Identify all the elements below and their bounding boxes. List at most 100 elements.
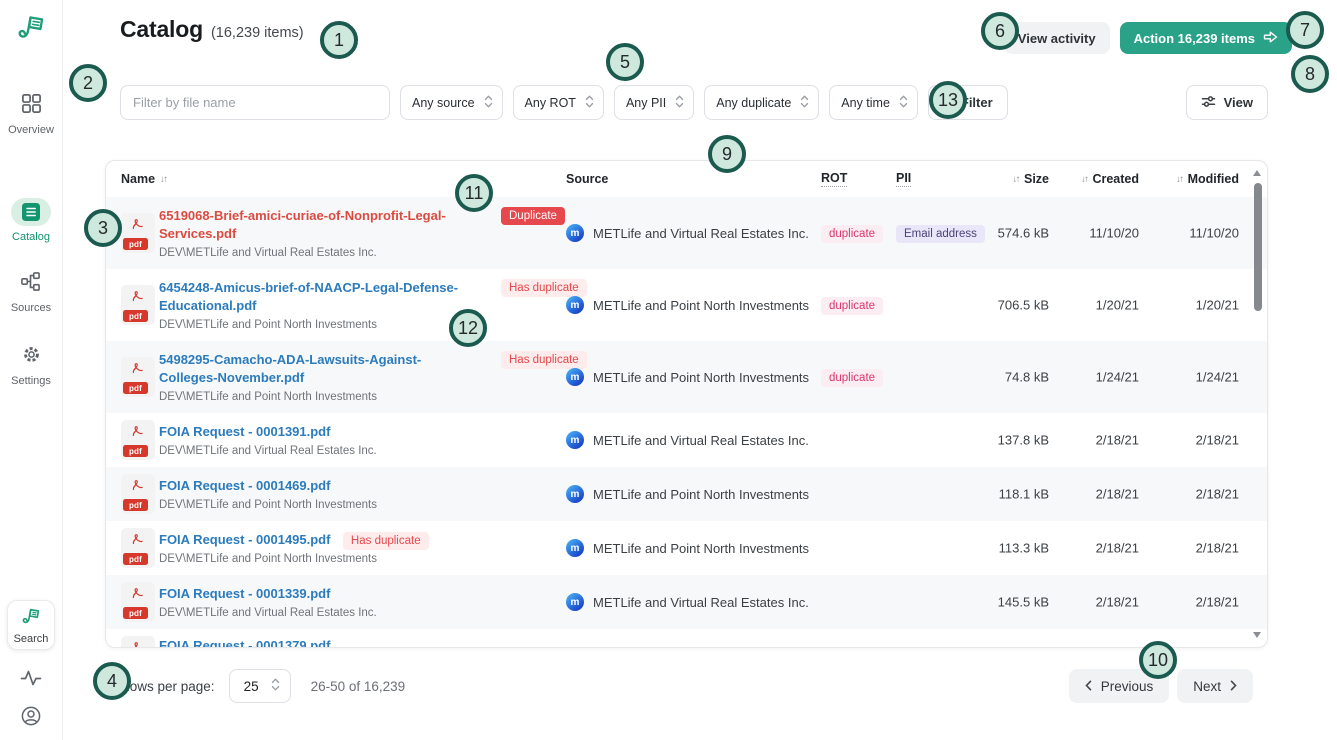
source-name: METLife and Point North Investments [593, 487, 809, 502]
table-row[interactable]: pdf FOIA Request - 0001469.pdf DEV\METLi… [106, 467, 1267, 521]
duplicate-badge: Duplicate [501, 207, 565, 225]
file-size: 137.8 kB [998, 433, 1049, 448]
name-cell: FOIA Request - 0001379.pdf [159, 629, 330, 648]
table-row[interactable]: pdf 5498295-Camacho-ADA-Lawsuits-Against… [106, 341, 1267, 413]
created-date: 2/18/21 [1096, 595, 1139, 610]
annotation-marker-4: 4 [93, 662, 131, 700]
file-name-link[interactable]: FOIA Request - 0001339.pdf [159, 586, 330, 601]
filter-bar: Any source Any ROT Any PII Any duplicate [120, 85, 1268, 120]
created-date: 1/20/21 [1096, 298, 1139, 313]
pdf-file-icon: pdf [121, 285, 155, 325]
file-name-link[interactable]: 6519068-Brief-amici-curiae-of-Nonprofit-… [159, 208, 446, 241]
sliders-icon [1201, 95, 1216, 111]
activity-pulse-icon[interactable] [20, 668, 42, 688]
main-content: Catalog (16,239 items) View activity Act… [62, 0, 1337, 740]
file-path: DEV\METLife and Point North Investments [159, 553, 429, 565]
column-header-created[interactable]: ↓↑ Created [1081, 172, 1139, 186]
rot-badge: duplicate [821, 297, 883, 315]
name-cell: FOIA Request - 0001391.pdf DEV\METLife a… [159, 413, 377, 467]
column-header-pii[interactable]: PII [896, 171, 911, 187]
table-row[interactable]: pdf FOIA Request - 0001495.pdf Has dupli… [106, 521, 1267, 575]
annotation-marker-3: 3 [84, 209, 122, 247]
filter-by-name-input[interactable] [120, 85, 390, 120]
sort-icon: ↓↑ [1176, 174, 1183, 185]
sidebar-item-label: Sources [11, 302, 51, 314]
table-row[interactable]: pdf 6454248-Amicus-brief-of-NAACP-Legal-… [106, 269, 1267, 341]
sidebar-bottom: Search [0, 600, 62, 726]
scroll-up-arrow-icon[interactable] [1253, 170, 1261, 176]
column-header-name[interactable]: Name ↓↑ [121, 172, 167, 186]
column-header-source: Source [566, 172, 608, 186]
next-page-button[interactable]: Next [1177, 669, 1253, 703]
rot-cell: duplicate [821, 224, 883, 242]
app-logo-icon[interactable] [16, 12, 46, 47]
action-items-button[interactable]: Action 16,239 items [1120, 22, 1292, 54]
sidebar-item-settings[interactable]: Settings [11, 344, 51, 387]
created-date: 2/18/21 [1096, 487, 1139, 502]
annotation-marker-11: 11 [455, 174, 493, 212]
filter-dropdown-any-time[interactable]: Any time [829, 85, 918, 120]
rows-per-page-select[interactable]: 25 [229, 669, 291, 703]
annotation-marker-9: 9 [708, 135, 746, 173]
modified-date: 1/24/21 [1196, 370, 1239, 385]
source-icon: m [566, 368, 584, 386]
annotation-marker-1: 1 [320, 21, 358, 59]
catalog-table: Name ↓↑ Source ROT PII ↓↑ Size ↓↑ [105, 160, 1268, 648]
file-name-link[interactable]: FOIA Request - 0001391.pdf [159, 424, 330, 439]
pdf-file-icon: pdf [121, 357, 155, 397]
filter-dropdown-any-duplicate[interactable]: Any duplicate [704, 85, 819, 120]
file-name-link[interactable]: FOIA Request - 0001469.pdf [159, 478, 330, 493]
source-cell: m METLife and Point North Investments [566, 521, 809, 575]
file-path: DEV\METLife and Virtual Real Estates Inc… [159, 247, 446, 259]
table-row[interactable]: pdf FOIA Request - 0001379.pdf [106, 629, 1267, 648]
scroll-down-arrow-icon[interactable] [1253, 632, 1261, 638]
pii-badge: Email address [896, 225, 985, 243]
pdf-file-icon: pdf [121, 420, 155, 460]
app-root: Overview Catalog Sources [0, 0, 1337, 740]
source-name: METLife and Point North Investments [593, 541, 809, 556]
column-header-size[interactable]: ↓↑ Size [1012, 172, 1049, 186]
column-header-modified[interactable]: ↓↑ Modified [1176, 172, 1239, 186]
scrollbar-thumb[interactable] [1254, 183, 1262, 311]
page-head: Catalog (16,239 items) [120, 16, 304, 43]
filter-dropdown-any-rot[interactable]: Any ROT [513, 85, 604, 120]
account-icon[interactable] [21, 706, 41, 726]
file-name-link[interactable]: 5498295-Camacho-ADA-Lawsuits-Against- Co… [159, 352, 421, 385]
sort-icon: ↓↑ [1081, 174, 1088, 185]
sidebar-item-label: Overview [8, 124, 54, 136]
annotation-marker-8: 8 [1291, 55, 1329, 93]
sidebar-item-overview[interactable]: Overview [8, 93, 54, 136]
modified-date: 11/10/20 [1189, 226, 1239, 241]
modified-date: 2/18/21 [1196, 541, 1239, 556]
sidebar-item-label: Settings [11, 375, 51, 387]
source-name: METLife and Virtual Real Estates Inc. [593, 595, 809, 610]
table-body: pdf 6519068-Brief-amici-curiae-of-Nonpro… [106, 197, 1267, 648]
column-header-rot[interactable]: ROT [821, 171, 847, 187]
pdf-file-icon: pdf [121, 528, 155, 568]
annotation-marker-12: 12 [449, 309, 487, 347]
created-date: 2/18/21 [1096, 433, 1139, 448]
table-row[interactable]: pdf 6519068-Brief-amici-curiae-of-Nonpro… [106, 197, 1267, 269]
view-activity-button[interactable]: View activity [1004, 22, 1110, 54]
file-name-link[interactable]: FOIA Request - 0001379.pdf [159, 638, 330, 648]
sort-icon: ↓↑ [1012, 174, 1019, 185]
duplicate-badge: Has duplicate [343, 532, 429, 550]
pdf-file-icon: pdf [121, 213, 155, 253]
created-date: 1/24/21 [1096, 370, 1139, 385]
search-button[interactable]: Search [7, 600, 55, 650]
file-path: DEV\METLife and Point North Investments [159, 391, 421, 403]
filter-dropdown-any-pii[interactable]: Any PII [614, 85, 694, 120]
name-cell: FOIA Request - 0001469.pdf DEV\METLife a… [159, 467, 377, 521]
view-options-button[interactable]: View [1186, 85, 1268, 120]
sidebar-item-sources[interactable]: Sources [11, 271, 51, 314]
file-name-link[interactable]: 6454248-Amicus-brief-of-NAACP-Legal-Defe… [159, 280, 458, 313]
table-row[interactable]: pdf FOIA Request - 0001339.pdf DEV\METLi… [106, 575, 1267, 629]
annotation-marker-2: 2 [69, 64, 107, 102]
table-row[interactable]: pdf FOIA Request - 0001391.pdf DEV\METLi… [106, 413, 1267, 467]
top-actions: View activity Action 16,239 items [1004, 22, 1292, 54]
file-name-link[interactable]: FOIA Request - 0001495.pdf [159, 532, 330, 547]
overview-grid-icon [21, 93, 42, 119]
sidebar-item-catalog[interactable]: Catalog [11, 198, 51, 243]
filter-dropdown-any-source[interactable]: Any source [400, 85, 503, 120]
table-header: Name ↓↑ Source ROT PII ↓↑ Size ↓↑ [106, 161, 1267, 197]
